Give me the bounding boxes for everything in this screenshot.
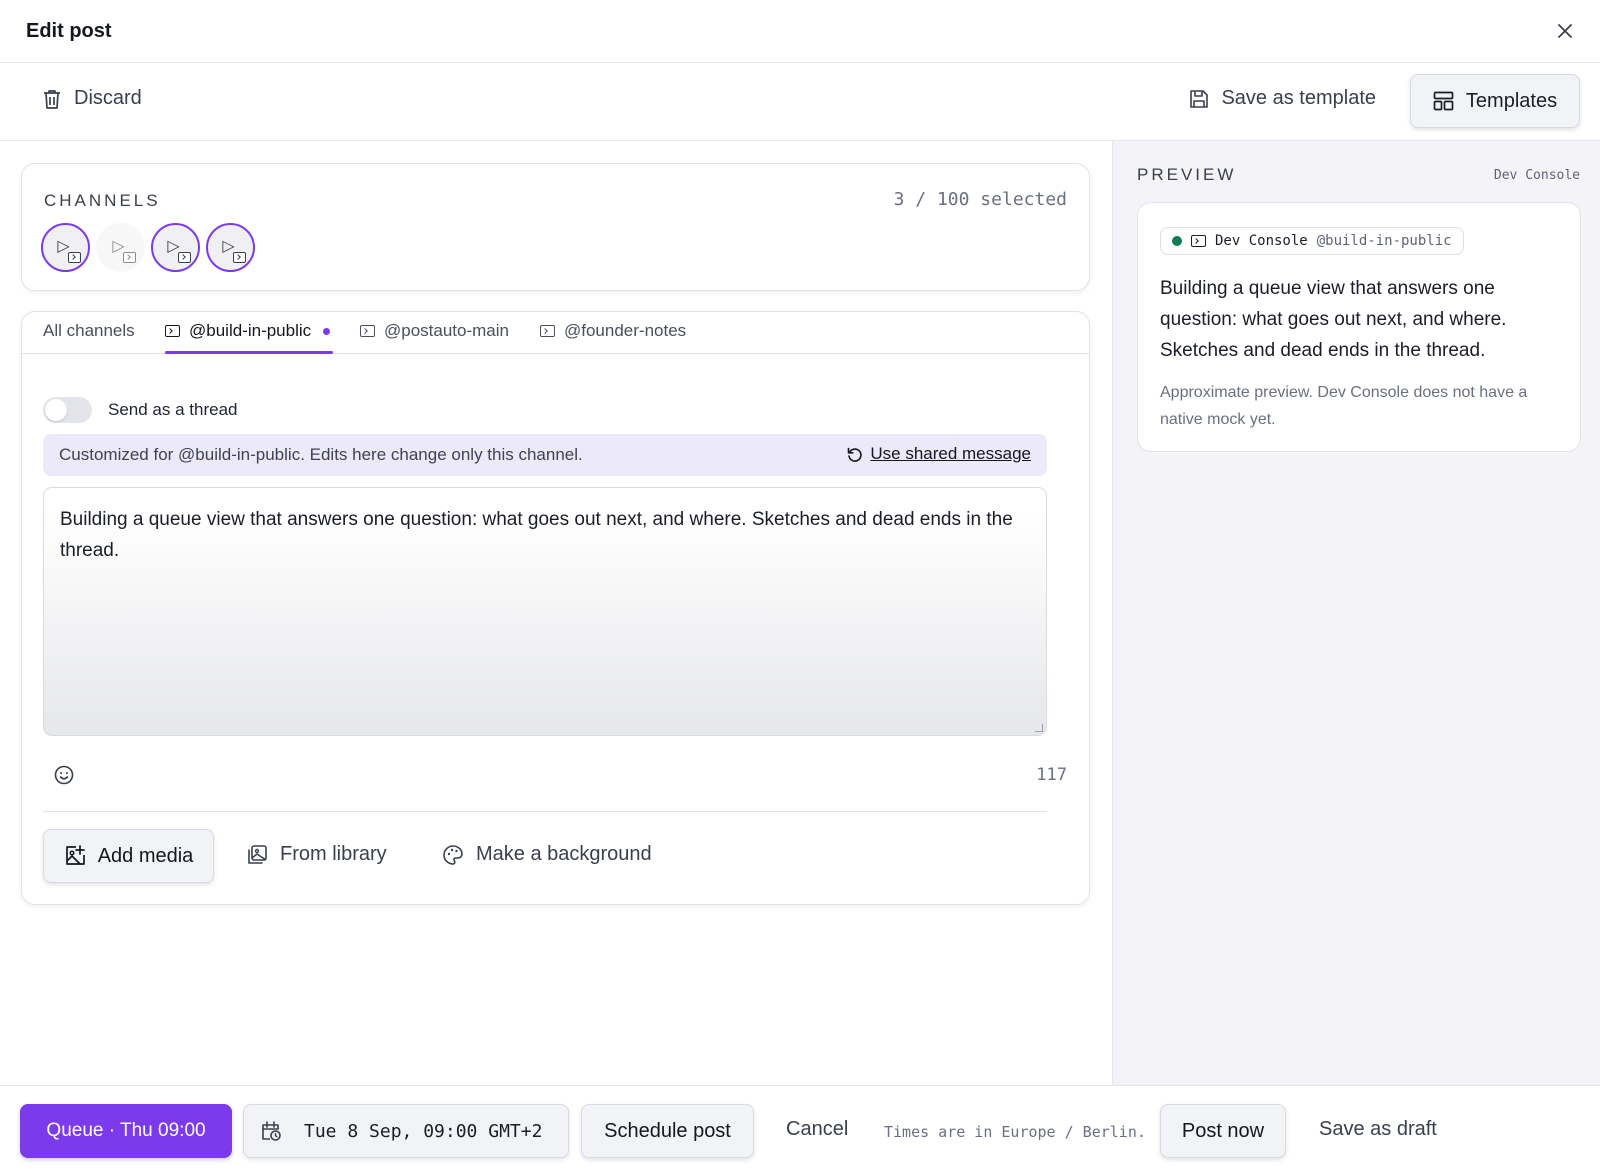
preview-message: Building a queue view that answers one q… [1160, 278, 1507, 361]
close-button[interactable] [1552, 18, 1578, 44]
channel-tabs: All channels @build-in-public @postauto-… [22, 312, 1089, 354]
footer-actions: Queue · Thu 09:00 Tue 8 Sep, 09:00 GMT+2… [0, 1085, 1600, 1170]
tab-founder-notes[interactable]: @founder-notes [540, 321, 686, 341]
preview-note: Approximate preview. Dev Console does no… [1160, 384, 1528, 428]
channel-avatar-3[interactable]: ▷ [151, 223, 200, 272]
thread-toggle-label: Send as a thread [108, 400, 238, 419]
templates-label: Templates [1465, 89, 1558, 112]
post-now-label: Post now [1181, 1119, 1265, 1142]
preview-heading: PREVIEW [1137, 165, 1237, 184]
media-actions: Add media From library Make a background [43, 829, 1047, 883]
palette-icon [443, 844, 463, 865]
terminal-icon [165, 325, 180, 337]
tab-build-in-public[interactable]: @build-in-public [165, 321, 331, 341]
customized-notice: Customized for @build-in-public. Edits h… [43, 434, 1047, 476]
save-as-template-button[interactable]: Save as template [1189, 87, 1376, 110]
terminal-icon [1191, 235, 1206, 247]
datetime-value: Tue 8 Sep, 09:00 GMT+2 [304, 1120, 543, 1142]
pill-channel-name: Dev Console [1215, 233, 1308, 249]
templates-button[interactable]: Templates [1410, 74, 1580, 128]
channel-avatar-4[interactable]: ▷ [206, 223, 255, 272]
tab-label: All channels [43, 321, 135, 340]
dialog-title: Edit post [26, 19, 112, 42]
tab-all-channels[interactable]: All channels [43, 321, 135, 341]
terminal-badge-icon [178, 252, 191, 263]
use-shared-message-label: Use shared message [870, 444, 1031, 463]
discard-label: Discard [74, 87, 142, 109]
preview-channel-pill: Dev Console @build-in-public [1160, 227, 1464, 255]
from-library-button[interactable]: From library [246, 843, 387, 866]
message-text: Building a queue view that answers one q… [60, 509, 1013, 561]
resize-handle[interactable] [1035, 724, 1043, 732]
schedule-post-button[interactable]: Schedule post [581, 1104, 754, 1158]
toolbar: Discard Save as template Templates [0, 63, 1600, 141]
preview-pane: PREVIEW Dev Console Dev Console @build-i… [1112, 141, 1600, 1085]
save-icon [1190, 89, 1209, 108]
terminal-icon [540, 325, 555, 337]
channel-avatars: ▷ ▷ ▷ ▷ [41, 223, 255, 272]
terminal-badge-icon [68, 252, 81, 263]
tab-postauto-main[interactable]: @postauto-main [360, 321, 509, 341]
undo-icon [848, 447, 863, 462]
from-library-label: From library [280, 843, 387, 865]
image-plus-icon [65, 845, 85, 865]
status-dot-icon [1172, 236, 1182, 246]
active-tab-indicator [165, 351, 333, 354]
channels-card: CHANNELS 3 / 100 selected ▷ ▷ ▷ ▷ [21, 163, 1090, 291]
editor-card: All channels @build-in-public @postauto-… [21, 311, 1090, 905]
datetime-picker[interactable]: Tue 8 Sep, 09:00 GMT+2 [243, 1104, 569, 1158]
cancel-label: Cancel [786, 1118, 849, 1140]
emoji-button[interactable] [53, 764, 75, 791]
thread-toggle[interactable] [43, 397, 92, 423]
images-icon [248, 844, 267, 864]
timezone-note: Times are in Europe / Berlin. [884, 1123, 1146, 1141]
add-media-button[interactable]: Add media [43, 829, 214, 883]
make-background-button[interactable]: Make a background [442, 843, 652, 866]
terminal-badge-icon [123, 252, 136, 263]
dialog-header: Edit post [0, 0, 1600, 63]
pill-handle: @build-in-public [1316, 233, 1452, 249]
thread-toggle-row: Send as a thread [43, 397, 237, 423]
divider [43, 811, 1047, 812]
layout-template-icon [1433, 91, 1454, 111]
post-now-button[interactable]: Post now [1160, 1104, 1286, 1158]
close-icon [1558, 24, 1572, 38]
preview-channel-name: Dev Console [1493, 168, 1580, 183]
discard-button[interactable]: Discard [42, 87, 142, 110]
make-background-label: Make a background [476, 843, 652, 865]
preview-card: Dev Console @build-in-public Building a … [1137, 202, 1581, 452]
emoji-icon [54, 765, 74, 785]
customized-notice-text: Customized for @build-in-public. Edits h… [59, 445, 583, 464]
terminal-badge-icon [233, 252, 246, 263]
selected-count: 3 / 100 selected [893, 189, 1067, 210]
use-shared-message-link[interactable]: Use shared message [846, 444, 1031, 464]
channels-heading: CHANNELS [44, 191, 161, 210]
save-as-template-label: Save as template [1221, 87, 1376, 109]
tab-label: @founder-notes [564, 321, 687, 340]
save-as-draft-button[interactable]: Save as draft [1319, 1118, 1437, 1141]
terminal-icon [360, 325, 375, 337]
cancel-button[interactable]: Cancel [786, 1118, 848, 1141]
channel-avatar-1[interactable]: ▷ [41, 223, 90, 272]
tab-label: @build-in-public [189, 321, 312, 340]
channel-avatar-2[interactable]: ▷ [96, 223, 145, 272]
composer-pane: CHANNELS 3 / 100 selected ▷ ▷ ▷ ▷ All ch… [0, 141, 1112, 1085]
edited-dot-icon [323, 327, 331, 335]
schedule-post-label: Schedule post [604, 1119, 731, 1142]
tab-label: @postauto-main [384, 321, 509, 340]
save-as-draft-label: Save as draft [1319, 1118, 1437, 1140]
message-textarea[interactable]: Building a queue view that answers one q… [43, 487, 1047, 736]
add-media-label: Add media [97, 844, 194, 867]
character-count: 117 [1036, 765, 1067, 785]
calendar-clock-icon [262, 1121, 281, 1141]
queue-label: Queue · Thu 09:00 [46, 1120, 206, 1141]
trash-icon [44, 89, 60, 109]
queue-button[interactable]: Queue · Thu 09:00 [20, 1104, 232, 1158]
